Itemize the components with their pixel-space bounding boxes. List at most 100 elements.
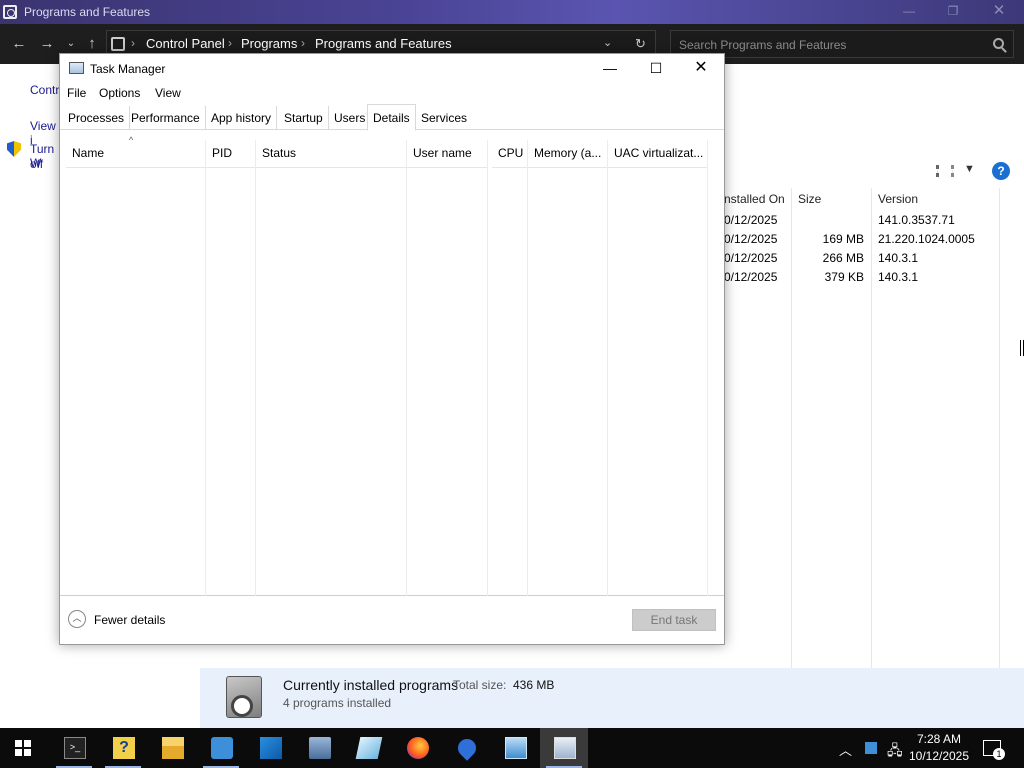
taskbar-help[interactable]: ? [99, 728, 147, 768]
close-button[interactable]: ✕ [976, 0, 1022, 24]
taskbar-file-explorer[interactable] [148, 728, 196, 768]
menu-options[interactable]: Options [99, 86, 140, 100]
clock-time: 7:28 AM [916, 732, 962, 746]
tab-startup[interactable]: Startup [279, 106, 329, 130]
column-header-pid[interactable]: PID [206, 140, 255, 168]
column-header-memory[interactable]: Memory (a... [528, 140, 607, 168]
notification-icon[interactable]: 1 [983, 740, 1005, 760]
tray-app-icon[interactable] [865, 742, 877, 754]
forward-button[interactable]: → [38, 34, 56, 54]
close-button[interactable]: ✕ [678, 54, 724, 82]
column-header-user-name[interactable]: User name [407, 140, 487, 168]
footer-total-value: 436 MB [513, 678, 555, 692]
minimize-button[interactable]: — [587, 54, 633, 82]
task-manager-title: Task Manager [90, 62, 166, 76]
breadcrumb-separator-icon: › [131, 36, 135, 50]
taskbar-firefox[interactable] [393, 728, 441, 768]
notification-count: 1 [993, 748, 1005, 760]
drop-icon [454, 735, 480, 761]
task-manager-window: Task Manager — ☐ ✕ File Options View Pro… [59, 53, 725, 645]
windows-start-icon [15, 740, 31, 756]
breadcrumb-separator-icon: › [301, 36, 305, 50]
photos-icon [260, 737, 282, 759]
fewer-details-link[interactable]: Fewer details [94, 613, 165, 627]
column-header-installed-on[interactable]: nstalled On [720, 188, 790, 210]
taskbar-drop-app[interactable] [442, 728, 490, 768]
refresh-icon[interactable]: ↻ [635, 36, 646, 52]
chevron-down-icon[interactable]: ⌄ [603, 36, 612, 49]
footer-count: 4 programs installed [283, 696, 392, 710]
column-header-cpu[interactable]: CPU [492, 140, 527, 168]
menu-view[interactable]: View [155, 86, 181, 100]
taskbar-task-manager[interactable] [540, 728, 588, 768]
size-cell: 379 KB [824, 270, 864, 284]
sidebar-link-windows-features-2[interactable]: off [30, 157, 43, 171]
chevron-down-icon[interactable]: ▼ [964, 163, 975, 175]
recent-locations-button[interactable]: ⌄ [62, 34, 80, 54]
maximize-button[interactable]: ☐ [633, 54, 679, 82]
task-manager-menubar: File Options View [60, 82, 724, 104]
taskbar: >_ ? ︿ 🖧 7:28 AM 10/12/2025 1 [0, 728, 1024, 768]
programs-table: nstalled On Size Version 0/12/2025 141.0… [724, 188, 1024, 668]
column-header-size[interactable]: Size [794, 188, 870, 210]
chevron-up-icon[interactable]: ︿ [68, 610, 86, 628]
clock-date: 10/12/2025 [908, 749, 970, 763]
end-task-button[interactable]: End task [632, 609, 716, 631]
installed-on-cell: 0/12/2025 [724, 251, 778, 265]
column-divider [205, 140, 206, 596]
installed-on-cell: 0/12/2025 [724, 213, 778, 227]
taskbar-notepad[interactable] [344, 728, 392, 768]
programs-footer: Currently installed programs Total size:… [200, 668, 1024, 728]
taskbar-photos[interactable] [246, 728, 294, 768]
search-icon[interactable] [993, 38, 1004, 49]
programs-window-title: Programs and Features [24, 5, 151, 19]
search-placeholder: Search Programs and Features [679, 38, 847, 52]
notepad-icon [355, 737, 383, 759]
taskbar-system-info[interactable] [491, 728, 539, 768]
chevron-up-icon[interactable]: ︿ [839, 740, 852, 759]
up-button[interactable]: ↑ [83, 34, 101, 54]
column-divider [707, 140, 708, 596]
column-header-status[interactable]: Status [256, 140, 406, 168]
breadcrumb-programs-and-features[interactable]: Programs and Features [315, 36, 452, 51]
breadcrumb-programs[interactable]: Programs [241, 36, 297, 51]
back-button[interactable]: ← [10, 34, 28, 54]
programs-window-titlebar: Programs and Features — ❐ ✕ [0, 0, 1024, 24]
network-tray-icon[interactable]: 🖧 [887, 740, 903, 764]
tab-performance[interactable]: Performance [126, 106, 206, 130]
system-info-icon [505, 737, 527, 759]
column-header-version[interactable]: Version [874, 188, 998, 210]
menu-file[interactable]: File [67, 86, 86, 100]
tab-services[interactable]: Services [416, 106, 472, 130]
minimize-button[interactable]: — [886, 0, 932, 24]
column-divider [999, 188, 1000, 668]
tab-app-history[interactable]: App history [206, 106, 278, 130]
taskbar-control-panel[interactable] [197, 728, 245, 768]
help-icon[interactable]: ? [992, 162, 1010, 180]
installed-on-cell: 0/12/2025 [724, 232, 778, 246]
breadcrumb-control-panel[interactable]: Control Panel [146, 36, 225, 51]
column-divider [791, 188, 792, 668]
installed-on-cell: 0/12/2025 [724, 270, 778, 284]
column-header-name[interactable]: Name [66, 140, 205, 168]
sidebar-link-control-panel-home[interactable]: Contr [30, 83, 59, 97]
taskbar-terminal[interactable]: >_ [50, 728, 98, 768]
resize-cursor-icon [1020, 340, 1024, 356]
task-manager-icon [69, 62, 84, 74]
column-divider [607, 140, 608, 596]
task-manager-titlebar[interactable]: Task Manager — ☐ ✕ [60, 54, 724, 82]
network-icon [309, 737, 331, 759]
restore-button[interactable]: ❐ [930, 0, 976, 24]
tab-users[interactable]: Users [329, 106, 372, 130]
taskbar-clock[interactable]: 7:28 AM 10/12/2025 [905, 731, 973, 765]
tab-processes[interactable]: Processes [63, 106, 131, 130]
column-header-uac-virtualization[interactable]: UAC virtualizat... [608, 140, 707, 168]
column-divider [255, 140, 256, 596]
column-divider [487, 140, 488, 596]
terminal-icon: >_ [64, 737, 86, 759]
control-panel-icon [111, 37, 125, 51]
start-button[interactable] [0, 728, 48, 768]
tab-details[interactable]: Details [367, 104, 416, 131]
taskbar-network[interactable] [295, 728, 343, 768]
view-list-icon[interactable] [936, 165, 954, 177]
